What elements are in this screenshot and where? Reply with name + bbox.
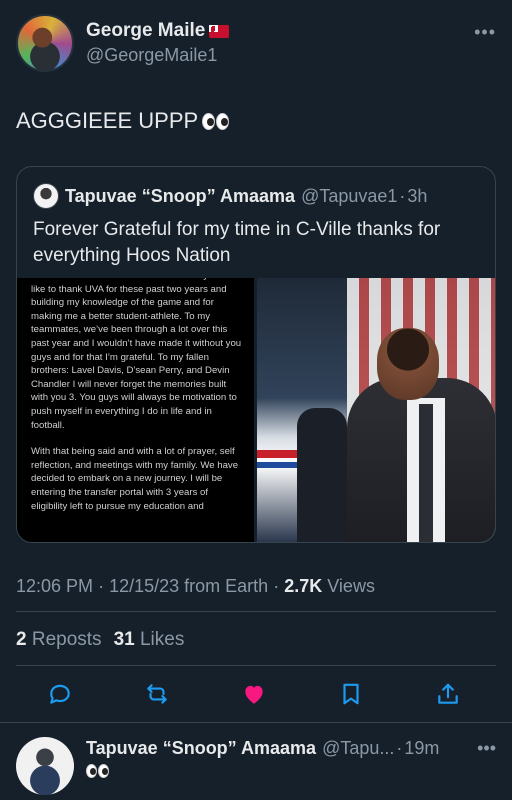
- quoted-tweet-media[interactable]: Without HIM I wouldn’t be who I am today…: [17, 278, 495, 542]
- bookmark-button[interactable]: [335, 678, 367, 710]
- share-button[interactable]: [432, 678, 464, 710]
- quoted-meta-separator: ·: [399, 185, 406, 206]
- reply-tweet[interactable]: Tapuvae “Snoop” Amaama @Tapu... · 19m ••…: [0, 722, 512, 800]
- quoted-tweet[interactable]: Tapuvae “Snoop” Amaama @Tapuvae1 · 3h Fo…: [16, 166, 496, 543]
- divider: [16, 611, 496, 612]
- quoted-author-name: Tapuvae “Snoop” Amaama: [65, 185, 296, 206]
- reply-author-name[interactable]: Tapuvae “Snoop” Amaama: [86, 738, 316, 759]
- reply-header: Tapuvae “Snoop” Amaama @Tapu... · 19m: [86, 738, 496, 759]
- tonga-flag-icon: [209, 24, 230, 38]
- author-display-name-text: George Maile: [86, 20, 206, 41]
- quoted-tweet-header: Tapuvae “Snoop” Amaama @Tapuvae1 · 3h: [33, 183, 427, 209]
- bookmark-icon: [343, 683, 359, 705]
- author-handle[interactable]: @GeorgeMaile1: [86, 45, 229, 66]
- reposts-label: Reposts: [31, 629, 102, 650]
- tweet-detail-page: George Maile @GeorgeMaile1 ••• AGGGIEEE …: [0, 0, 512, 800]
- eyes-emoji-icon: [202, 112, 230, 130]
- reply-time: 19m: [404, 738, 440, 758]
- quoted-author-handle: @Tapuvae1: [301, 185, 398, 206]
- reply-button[interactable]: [44, 678, 76, 710]
- views-label: Views: [327, 576, 375, 596]
- tweet-timestamp: 12:06 PM · 12/15/23 from Earth · 2.7K Vi…: [16, 576, 375, 597]
- reply-author-handle[interactable]: @Tapu...: [322, 738, 394, 759]
- reposts-stat[interactable]: 2 Reposts: [16, 629, 102, 651]
- author-avatar[interactable]: [16, 14, 74, 72]
- likes-count: 31: [113, 629, 135, 650]
- reply-icon: [50, 684, 70, 704]
- quoted-author-avatar: [33, 183, 59, 209]
- more-horizontal-icon[interactable]: •••: [474, 22, 496, 43]
- tweet-actions-bar: [44, 678, 464, 710]
- reposts-count: 2: [16, 629, 27, 650]
- repost-icon: [147, 684, 167, 704]
- author-display-name[interactable]: George Maile: [86, 20, 230, 42]
- likes-stat[interactable]: 31 Likes: [114, 629, 185, 651]
- statement-paragraph-1: Without HIM I wouldn’t be who I am today…: [31, 278, 243, 431]
- tweet-date-source: 12/15/23 from Earth: [109, 576, 269, 596]
- reply-meta-separator: ·: [396, 738, 403, 758]
- quoted-time: 3h: [407, 185, 428, 206]
- engagement-stats: 2 Reposts 31 Likes: [16, 629, 184, 651]
- quoted-tweet-text: Forever Grateful for my time in C-Ville …: [33, 219, 441, 266]
- statement-image[interactable]: Without HIM I wouldn’t be who I am today…: [17, 278, 254, 542]
- tweet-time[interactable]: 12:06 PM: [16, 576, 93, 596]
- reply-author-avatar[interactable]: [16, 737, 74, 795]
- more-horizontal-icon[interactable]: •••: [477, 738, 496, 759]
- reply-text: [86, 764, 109, 783]
- divider: [16, 665, 496, 666]
- tweet-text: AGGGIEEE UPPP: [16, 108, 230, 134]
- like-button[interactable]: [238, 678, 270, 710]
- author-name-block[interactable]: George Maile @GeorgeMaile1: [86, 20, 230, 66]
- eyes-emoji-icon: [86, 764, 109, 778]
- likes-label: Likes: [139, 629, 185, 650]
- tweet-header: George Maile @GeorgeMaile1 •••: [16, 14, 496, 78]
- views-count[interactable]: 2.7K: [284, 576, 322, 596]
- timestamp-dot: ·: [98, 576, 105, 596]
- player-photo[interactable]: [257, 278, 495, 542]
- share-icon: [438, 683, 458, 704]
- statement-paragraph-2: With that being said and with a lot of p…: [31, 446, 239, 512]
- tweet-text-content: AGGGIEEE UPPP: [16, 108, 199, 133]
- repost-button[interactable]: [141, 678, 173, 710]
- views-dot: ·: [273, 576, 280, 596]
- heart-icon: [245, 685, 263, 704]
